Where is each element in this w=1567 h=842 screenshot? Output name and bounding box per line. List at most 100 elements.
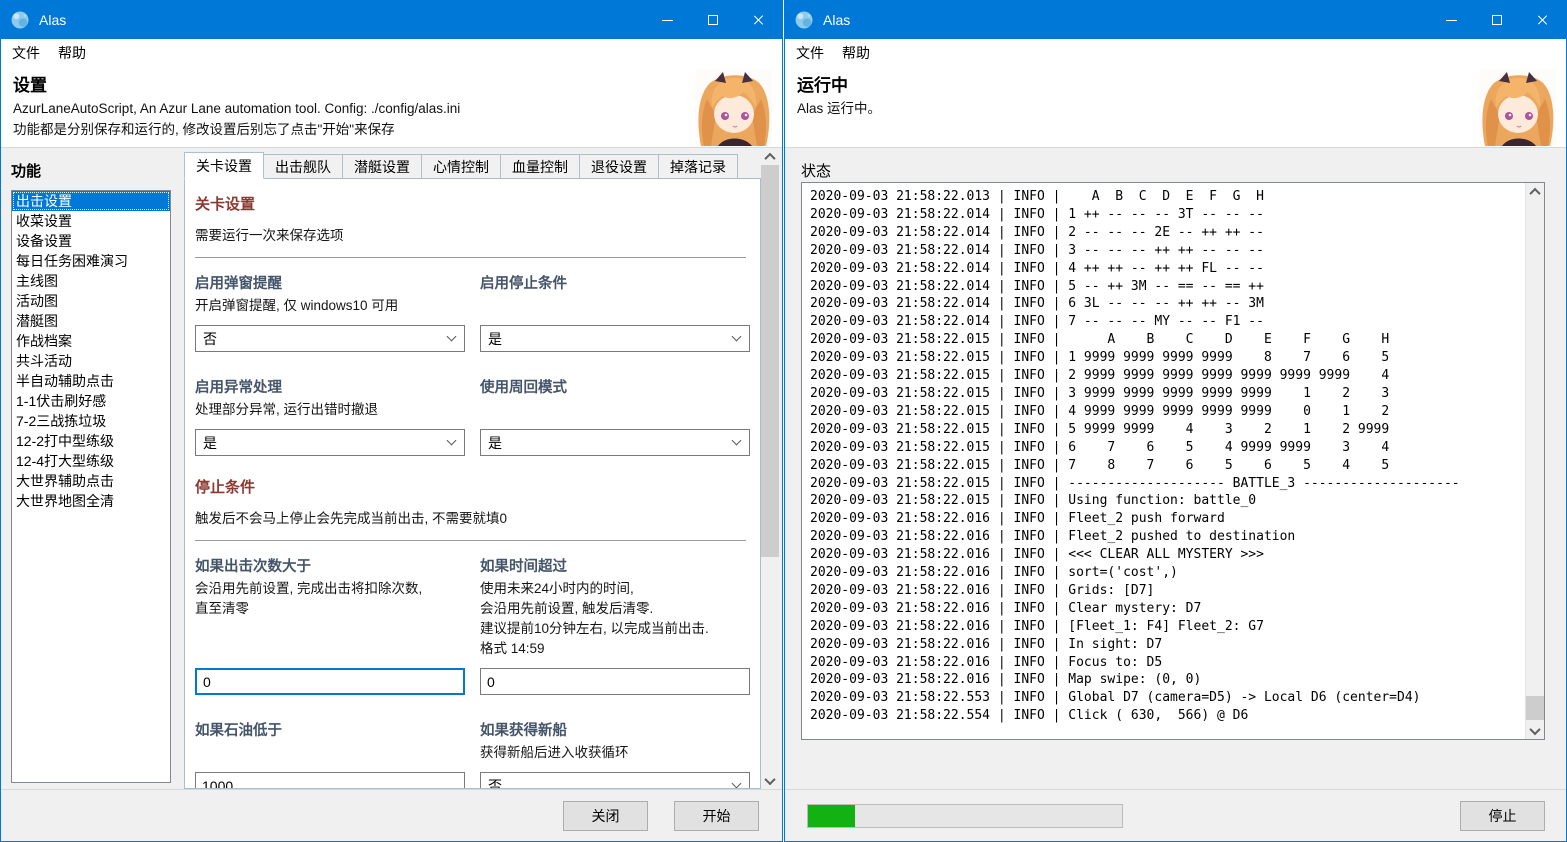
- field-label: 使用周回模式: [480, 378, 750, 399]
- sidebar-item[interactable]: 7-2三战拣垃圾: [12, 411, 170, 431]
- field-description: 获得新船后进入收获循环: [480, 743, 750, 763]
- sidebar-item[interactable]: 共斗活动: [12, 351, 170, 371]
- start-button[interactable]: 开始: [674, 801, 759, 831]
- tab-bar: 关卡设置出击舰队潜艇设置心情控制血量控制退役设置掉落记录: [184, 151, 761, 178]
- page-subtitle-1: AzurLaneAutoScript, An Azur Lane automat…: [13, 99, 782, 118]
- field-dropdown[interactable]: 是: [480, 325, 750, 352]
- scrollbar-thumb[interactable]: [761, 165, 779, 557]
- minimize-button[interactable]: [644, 1, 690, 39]
- titlebar[interactable]: Alas: [1, 1, 782, 39]
- control-wrap: [480, 659, 750, 695]
- close-button[interactable]: [1520, 1, 1566, 39]
- maximize-button[interactable]: [1474, 1, 1520, 39]
- sidebar-item[interactable]: 1-1伏击刷好感: [12, 391, 170, 411]
- sidebar-item[interactable]: 出击设置: [12, 191, 170, 211]
- close-button[interactable]: [736, 1, 782, 39]
- settings-window: Alas 文件 帮助 设置 AzurLaneAutoScript, An Azu…: [0, 0, 783, 842]
- log-line: 2020-09-03 21:58:22.016 | INFO | Clear m…: [810, 600, 1525, 618]
- titlebar[interactable]: Alas: [785, 1, 1566, 39]
- menu-help[interactable]: 帮助: [49, 39, 95, 67]
- minimize-button[interactable]: [1428, 1, 1474, 39]
- scrollbar-track[interactable]: [761, 165, 779, 772]
- page-title: 运行中: [797, 75, 1566, 97]
- sidebar-item[interactable]: 每日任务困难演习: [12, 251, 170, 271]
- tab[interactable]: 潜艇设置: [342, 154, 422, 178]
- tab-area: 关卡设置出击舰队潜艇设置心情控制血量控制退役设置掉落记录 关卡设置需要运行一次来…: [174, 148, 761, 789]
- log-line: 2020-09-03 21:58:22.015 | INFO | 5 9999 …: [810, 421, 1525, 439]
- control-wrap: 否: [195, 316, 465, 352]
- close-app-button[interactable]: 关闭: [563, 801, 648, 831]
- log-line: 2020-09-03 21:58:22.014 | INFO | 4 ++ ++…: [810, 260, 1525, 278]
- field-label: 启用异常处理: [195, 378, 465, 399]
- form-field: 使用周回模式是: [480, 378, 750, 456]
- chevron-down-icon: [447, 436, 457, 446]
- sidebar-item[interactable]: 半自动辅助点击: [12, 371, 170, 391]
- log-line: 2020-09-03 21:58:22.014 | INFO | 7 -- --…: [810, 313, 1525, 331]
- window-controls: [1428, 1, 1566, 39]
- sidebar-item[interactable]: 潜艇图: [12, 311, 170, 331]
- menu-help[interactable]: 帮助: [833, 39, 879, 67]
- field-input[interactable]: [480, 668, 750, 695]
- log-line: 2020-09-03 21:58:22.016 | INFO | sort=('…: [810, 564, 1525, 582]
- scroll-up-icon: [764, 152, 775, 163]
- app-logo-icon: [10, 10, 30, 30]
- tab[interactable]: 出击舰队: [263, 154, 343, 178]
- avatar: [695, 69, 772, 146]
- chevron-down-icon: [732, 779, 742, 788]
- tab[interactable]: 掉落记录: [658, 154, 738, 178]
- field-description: 处理部分异常, 运行出错时撤退: [195, 400, 465, 420]
- field-label: 启用停止条件: [480, 274, 750, 295]
- field-input[interactable]: [195, 772, 465, 788]
- log-line: 2020-09-03 21:58:22.016 | INFO | Focus t…: [810, 654, 1525, 672]
- scrollbar-thumb[interactable]: [1526, 696, 1544, 720]
- function-list: 出击设置收菜设置设备设置每日任务困难演习主线图活动图潜艇图作战档案共斗活动半自动…: [11, 190, 171, 783]
- scroll-down-button[interactable]: [1526, 722, 1544, 739]
- tab[interactable]: 血量控制: [500, 154, 580, 178]
- stop-button[interactable]: 停止: [1460, 801, 1545, 831]
- sidebar-item[interactable]: 作战档案: [12, 331, 170, 351]
- field-label: 如果时间超过: [480, 557, 750, 578]
- divider: [195, 257, 746, 258]
- log-line: 2020-09-03 21:58:22.016 | INFO | Grids: …: [810, 582, 1525, 600]
- scroll-down-icon: [764, 773, 775, 784]
- log-line: 2020-09-03 21:58:22.016 | INFO | Fleet_2…: [810, 510, 1525, 528]
- scroll-down-button[interactable]: [761, 772, 779, 789]
- form-scrollbar[interactable]: [761, 148, 779, 789]
- sidebar-item[interactable]: 大世界地图全清: [12, 491, 170, 511]
- sidebar-item[interactable]: 12-2打中型练级: [12, 431, 170, 451]
- maximize-icon: [708, 15, 718, 25]
- settings-form: 关卡设置需要运行一次来保存选项启用弹窗提醒开启弹窗提醒, 仅 windows10…: [185, 179, 760, 788]
- log-line: 2020-09-03 21:58:22.553 | INFO | Global …: [810, 689, 1525, 707]
- menu-file[interactable]: 文件: [787, 39, 833, 67]
- maximize-icon: [1492, 15, 1502, 25]
- sidebar-item[interactable]: 活动图: [12, 291, 170, 311]
- sidebar-item[interactable]: 设备设置: [12, 231, 170, 251]
- tab[interactable]: 心情控制: [421, 154, 501, 178]
- scrollbar-track[interactable]: [1526, 200, 1544, 722]
- sidebar-item[interactable]: 收菜设置: [12, 211, 170, 231]
- field-dropdown[interactable]: 否: [195, 325, 465, 352]
- page-header: 设置 AzurLaneAutoScript, An Azur Lane auto…: [1, 67, 782, 148]
- fields-grid: 如果出击次数大于会沿用先前设置, 完成出击将扣除次数,直至清零如果时间超过使用未…: [195, 557, 750, 788]
- field-input[interactable]: [195, 668, 465, 695]
- sidebar-item[interactable]: 大世界辅助点击: [12, 471, 170, 491]
- page-subtitle-1: Alas 运行中。: [797, 99, 1566, 118]
- form-field: 如果石油低于: [195, 721, 465, 788]
- tab[interactable]: 关卡设置: [184, 152, 264, 179]
- tab[interactable]: 退役设置: [579, 154, 659, 178]
- scroll-up-button[interactable]: [761, 148, 779, 165]
- dropdown-value: 是: [488, 433, 502, 453]
- field-dropdown[interactable]: 是: [195, 429, 465, 456]
- scroll-up-button[interactable]: [1526, 183, 1544, 200]
- field-description: 使用未来24小时内的时间,: [480, 579, 750, 599]
- maximize-button[interactable]: [690, 1, 736, 39]
- menu-file[interactable]: 文件: [3, 39, 49, 67]
- dropdown-value: 否: [488, 776, 502, 789]
- form-field: 如果出击次数大于会沿用先前设置, 完成出击将扣除次数,直至清零: [195, 557, 465, 695]
- field-dropdown[interactable]: 是: [480, 429, 750, 456]
- field-dropdown[interactable]: 否: [480, 772, 750, 788]
- window-controls: [644, 1, 782, 39]
- sidebar-item[interactable]: 主线图: [12, 271, 170, 291]
- sidebar-item[interactable]: 12-4打大型练级: [12, 451, 170, 471]
- log-scrollbar[interactable]: [1525, 183, 1544, 739]
